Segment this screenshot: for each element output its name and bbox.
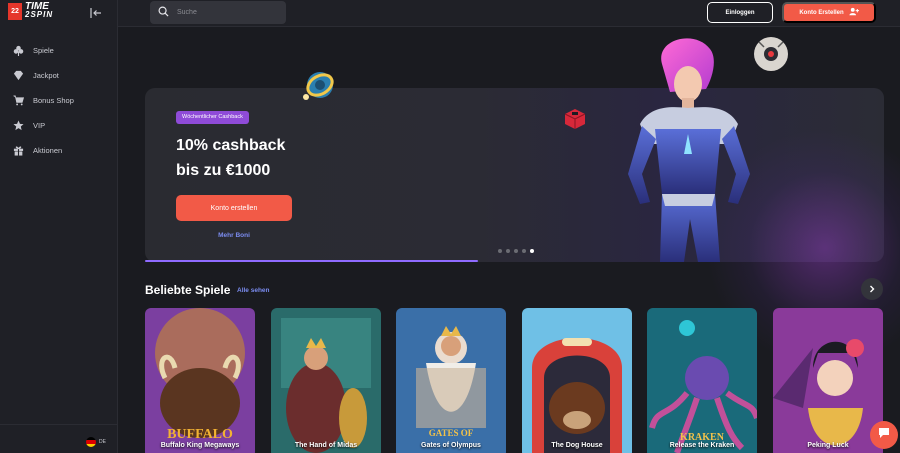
sidebar-footer: DE: [0, 424, 118, 453]
carousel-dot[interactable]: [498, 249, 502, 253]
game-thumbnail: [773, 308, 883, 453]
carousel-dot[interactable]: [506, 249, 510, 253]
games-row: BUFFALO Buffalo King Megaways The Hand o…: [145, 308, 900, 453]
sidebar-item-label: Spiele: [33, 46, 54, 55]
search-bar[interactable]: [150, 1, 286, 24]
language-selector[interactable]: DE: [86, 437, 106, 447]
collapse-sidebar-icon[interactable]: [90, 6, 102, 18]
sidebar-item-label: VIP: [33, 121, 46, 130]
carousel-progress: [145, 260, 884, 262]
game-thumbnail: [522, 308, 632, 453]
game-title: The Dog House: [551, 442, 603, 449]
search-input[interactable]: [177, 9, 277, 16]
game-thumbnail: BUFFALO: [145, 308, 255, 453]
logo-mark: 22: [8, 3, 22, 20]
cashback-badge: Wöchentlicher Cashback: [176, 111, 249, 124]
login-button[interactable]: Einloggen: [707, 2, 773, 23]
search-icon: [158, 4, 169, 22]
star-icon: [12, 120, 24, 132]
chevron-right-icon: [868, 280, 876, 298]
game-card[interactable]: The Dog House: [522, 308, 632, 453]
carousel-dot[interactable]: [530, 249, 534, 253]
germany-flag-icon: [86, 437, 96, 447]
sidebar-item-label: Bonus Shop: [33, 96, 74, 105]
sidebar-item-bonus-shop[interactable]: Bonus Shop: [0, 88, 118, 113]
sidebar-item-label: Jackpot: [33, 71, 59, 80]
sidebar-item-label: Aktionen: [33, 146, 63, 155]
game-title: The Hand of Midas: [294, 442, 358, 449]
carousel-dot[interactable]: [522, 249, 526, 253]
game-card[interactable]: The Hand of Midas: [271, 308, 381, 453]
chat-bubble-icon: [877, 426, 891, 445]
banner-headline: 10% cashback bis zu €1000: [176, 133, 285, 183]
register-button[interactable]: Konto Erstellen: [782, 2, 876, 23]
logo[interactable]: 22 TIME 2SPIN: [8, 2, 70, 21]
game-card[interactable]: Peking Luck: [773, 308, 883, 453]
banner-headline-line1: 10% cashback: [176, 137, 286, 154]
sidebar: 22 TIME 2SPIN Spiele Jackpot Bonus Shop: [0, 0, 118, 453]
gift-icon: [12, 145, 24, 157]
sidebar-item-vip[interactable]: VIP: [0, 113, 118, 138]
svg-text:BUFFALO: BUFFALO: [167, 427, 233, 442]
carousel-progress-fill: [145, 260, 478, 262]
carousel-dot[interactable]: [514, 249, 518, 253]
create-account-button[interactable]: Konto erstellen: [176, 195, 292, 221]
next-games-button[interactable]: [861, 278, 883, 300]
register-button-label: Konto Erstellen: [799, 9, 844, 16]
see-all-link[interactable]: Alle sehen: [237, 287, 270, 294]
red-cube-decoration: [562, 105, 588, 131]
carousel-dots: [498, 249, 538, 253]
add-user-icon: [849, 7, 859, 18]
game-card[interactable]: GATES OF Gates of Olympus: [396, 308, 506, 453]
banner-headline-line2: bis zu €1000: [176, 162, 271, 179]
diamond-icon: [12, 70, 24, 82]
hero-character-illustration: [600, 34, 780, 262]
top-header: Einloggen Konto Erstellen: [118, 0, 900, 27]
section-title: Beliebte Spiele: [145, 283, 231, 297]
more-bonuses-link[interactable]: Mehr Boni: [176, 232, 292, 239]
logo-text-bottom: 2SPIN: [25, 10, 54, 19]
game-thumbnail: [271, 308, 381, 453]
game-thumbnail: KRAKEN: [647, 308, 757, 453]
language-code: DE: [99, 439, 106, 445]
sidebar-item-spiele[interactable]: Spiele: [0, 38, 118, 63]
floating-orb-decoration: [300, 68, 336, 104]
game-card[interactable]: KRAKEN Release the Kraken: [647, 308, 757, 453]
svg-text:GATES OF: GATES OF: [429, 428, 474, 438]
clover-icon: [12, 45, 24, 57]
sidebar-nav: Spiele Jackpot Bonus Shop VIP Aktionen: [0, 38, 118, 163]
game-thumbnail: GATES OF: [396, 308, 506, 453]
game-title: Buffalo King Megaways: [160, 442, 240, 449]
sidebar-item-jackpot[interactable]: Jackpot: [0, 63, 118, 88]
game-card[interactable]: BUFFALO Buffalo King Megaways: [145, 308, 255, 453]
support-chat-button[interactable]: [870, 421, 898, 449]
game-title: Gates of Olympus: [421, 442, 481, 449]
game-title: Release the Kraken: [669, 442, 735, 449]
cart-icon: [12, 95, 24, 107]
sidebar-item-aktionen[interactable]: Aktionen: [0, 138, 118, 163]
game-title: Peking Luck: [807, 442, 849, 449]
